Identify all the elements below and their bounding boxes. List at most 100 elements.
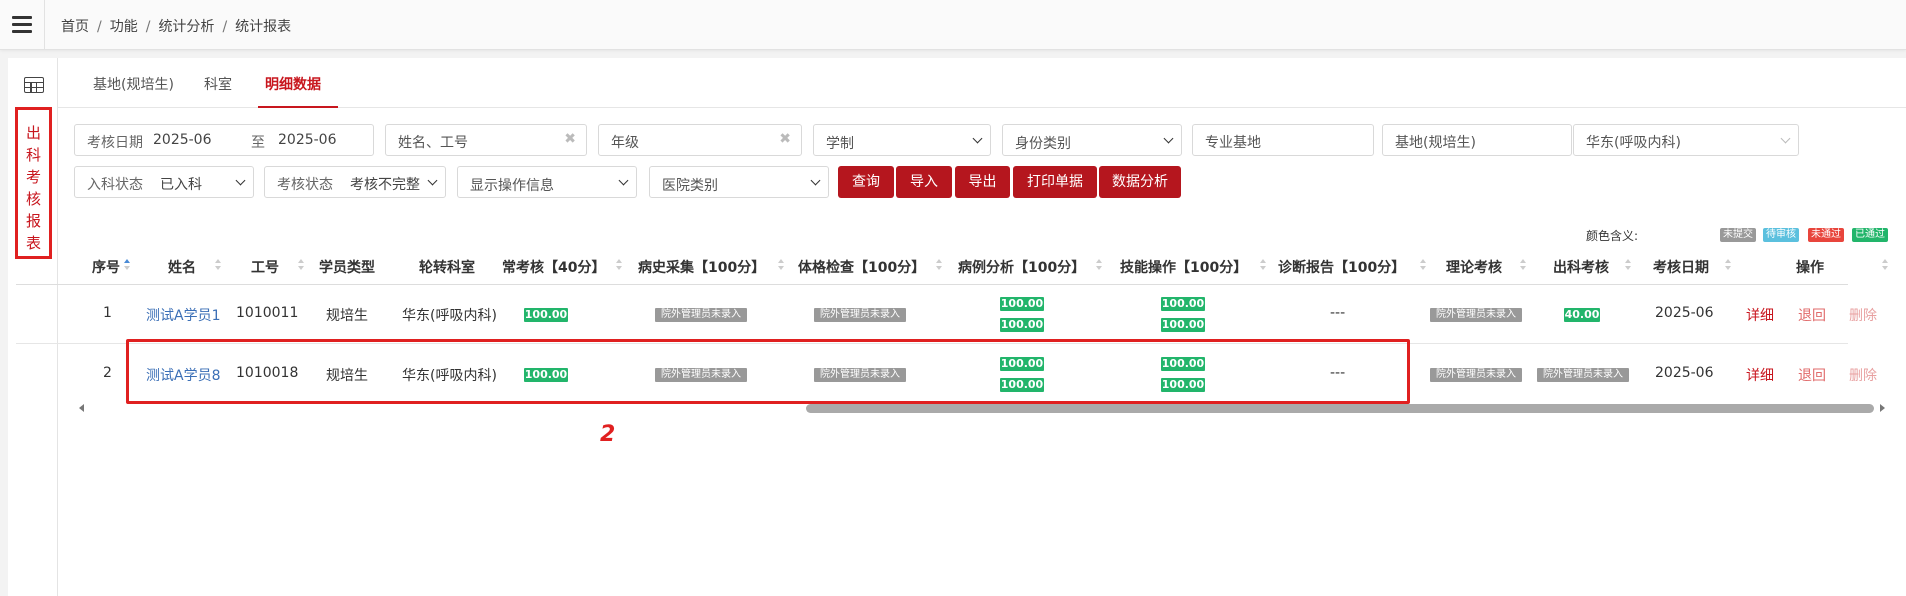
- cell-diagnosis: ---: [1330, 305, 1346, 321]
- cell-exam-date: 2025-06: [1655, 365, 1714, 381]
- col-header-actions: 操作: [1796, 260, 1824, 276]
- base-input[interactable]: 基地(规培生): [1382, 124, 1572, 156]
- cell-exam-date: 2025-06: [1655, 305, 1714, 321]
- school-system-select[interactable]: 学制: [813, 124, 991, 156]
- sidebar-item-exit-exam-report[interactable]: 出 科 考 核 报 表: [15, 107, 52, 259]
- cell-id: 1010011: [236, 305, 299, 321]
- show-operation-select[interactable]: 显示操作信息: [457, 166, 637, 198]
- legend-pending-review: 待审核: [1763, 228, 1799, 242]
- score-physical: 院外管理员未录入: [814, 308, 906, 322]
- professional-base-input[interactable]: 专业基地: [1192, 124, 1374, 156]
- col-header-theory[interactable]: 理论考核: [1446, 257, 1502, 277]
- hospital-type-select[interactable]: 医院类别: [649, 166, 829, 198]
- breadcrumb-separator: /: [97, 19, 102, 35]
- sort-icon[interactable]: [124, 259, 130, 271]
- legend-label: 颜色含义:: [1586, 229, 1639, 243]
- tab-detail-data[interactable]: 明细数据: [265, 74, 321, 94]
- scroll-right-arrow[interactable]: [1880, 404, 1885, 412]
- legend-not-passed: 未通过: [1808, 228, 1844, 242]
- score-case-b: 100.00: [1000, 318, 1044, 332]
- import-button[interactable]: 导入: [896, 166, 952, 198]
- col-header-exit-exam[interactable]: 出科考核: [1553, 257, 1609, 277]
- tab-base[interactable]: 基地(规培生): [93, 74, 174, 94]
- score-skill-b: 100.00: [1161, 318, 1205, 332]
- exam-date-range[interactable]: 考核日期 2025-06 至 2025-06: [74, 124, 374, 156]
- col-header-routine[interactable]: 常考核【40分】: [502, 257, 605, 277]
- breadcrumb-separator: /: [145, 19, 151, 35]
- score-case-a: 100.00: [1000, 297, 1044, 311]
- grade-select[interactable]: 年级 ✖: [598, 124, 802, 156]
- sort-icon[interactable]: [616, 259, 622, 271]
- return-link[interactable]: 退回: [1798, 305, 1826, 325]
- professional-base-placeholder: 专业基地: [1205, 135, 1261, 151]
- exam-status-select[interactable]: 考核状态 考核不完整: [264, 166, 446, 198]
- col-header-physical[interactable]: 体格检查【100分】: [798, 257, 925, 277]
- department-select[interactable]: 华东(呼吸内科): [1573, 124, 1799, 156]
- breadcrumb-separator: /: [222, 19, 228, 35]
- sort-icon[interactable]: [936, 259, 942, 271]
- sort-icon[interactable]: [1625, 259, 1631, 271]
- cell-no: 2: [103, 365, 112, 381]
- tab-bar: 基地(规培生) 科室 明细数据: [58, 58, 1906, 108]
- sort-icon[interactable]: [778, 259, 784, 271]
- col-header-case[interactable]: 病例分析【100分】: [958, 257, 1085, 277]
- export-button[interactable]: 导出: [955, 166, 1010, 198]
- exam-status-value: 考核不完整: [350, 177, 420, 193]
- tab-department[interactable]: 科室: [204, 74, 232, 94]
- exam-date-label: 考核日期: [87, 135, 143, 151]
- sort-icon[interactable]: [298, 259, 304, 271]
- name-id-placeholder: 姓名、工号: [398, 135, 468, 151]
- breadcrumb-stats[interactable]: 统计分析: [158, 16, 214, 36]
- cell-name-link[interactable]: 测试A学员1: [146, 305, 220, 325]
- tab-active-indicator: [258, 106, 338, 108]
- exam-date-to-label: 至: [251, 135, 265, 151]
- col-header-id[interactable]: 工号: [251, 257, 279, 277]
- sort-icon[interactable]: [1882, 259, 1888, 271]
- divider: [44, 0, 45, 50]
- col-header-diagnosis[interactable]: 诊断报告【100分】: [1278, 257, 1405, 277]
- delete-link[interactable]: 删除: [1849, 365, 1877, 385]
- entry-status-label: 入科状态: [87, 177, 143, 193]
- col-header-name[interactable]: 姓名: [168, 257, 196, 277]
- delete-link[interactable]: 删除: [1849, 305, 1877, 325]
- query-button[interactable]: 查询: [838, 166, 894, 198]
- show-operation-value: 显示操作信息: [470, 178, 554, 194]
- scroll-left-arrow[interactable]: [79, 404, 84, 412]
- score-routine: 100.00: [524, 308, 568, 322]
- print-button[interactable]: 打印单据: [1013, 166, 1097, 198]
- sidebar-report-char: 报: [25, 212, 41, 230]
- clear-icon[interactable]: ✖: [779, 131, 791, 147]
- sort-icon[interactable]: [1725, 259, 1731, 271]
- exam-date-from[interactable]: 2025-06: [153, 132, 212, 148]
- table-icon[interactable]: [24, 77, 44, 93]
- menu-icon[interactable]: [12, 16, 32, 34]
- detail-link[interactable]: 详细: [1746, 365, 1774, 385]
- detail-link[interactable]: 详细: [1746, 305, 1774, 325]
- school-system-placeholder: 学制: [826, 136, 854, 152]
- sort-icon[interactable]: [1260, 259, 1266, 271]
- legend-passed: 已通过: [1852, 228, 1888, 242]
- chevron-down-icon: [810, 175, 821, 186]
- col-header-history[interactable]: 病史采集【100分】: [638, 257, 765, 277]
- clear-icon[interactable]: ✖: [564, 131, 576, 147]
- base-value: 基地(规培生): [1395, 135, 1476, 151]
- data-analysis-button[interactable]: 数据分析: [1099, 166, 1181, 198]
- horizontal-scrollbar-thumb[interactable]: [806, 404, 1874, 413]
- return-link[interactable]: 退回: [1798, 365, 1826, 385]
- breadcrumb-home[interactable]: 首页: [61, 16, 89, 36]
- entry-status-select[interactable]: 入科状态 已入科: [74, 166, 254, 198]
- name-id-input[interactable]: 姓名、工号 ✖: [385, 124, 587, 156]
- cell-dept: 华东(呼吸内科): [402, 308, 497, 324]
- sort-icon[interactable]: [215, 259, 221, 271]
- col-header-exam-date[interactable]: 考核日期: [1653, 257, 1709, 277]
- col-header-no[interactable]: 序号: [92, 257, 120, 277]
- breadcrumb-function[interactable]: 功能: [110, 16, 138, 36]
- col-header-skill[interactable]: 技能操作【100分】: [1120, 257, 1247, 277]
- identity-select[interactable]: 身份类别: [1002, 124, 1182, 156]
- sort-icon[interactable]: [1420, 259, 1426, 271]
- table-header: 序号 姓名 工号 学员类型 轮转科室 常考核【40分】 病史采集【100分】 体…: [16, 245, 1888, 285]
- exam-date-to[interactable]: 2025-06: [278, 132, 337, 148]
- hospital-type-value: 医院类别: [662, 178, 718, 194]
- sort-icon[interactable]: [1096, 259, 1102, 271]
- sort-icon[interactable]: [1520, 259, 1526, 271]
